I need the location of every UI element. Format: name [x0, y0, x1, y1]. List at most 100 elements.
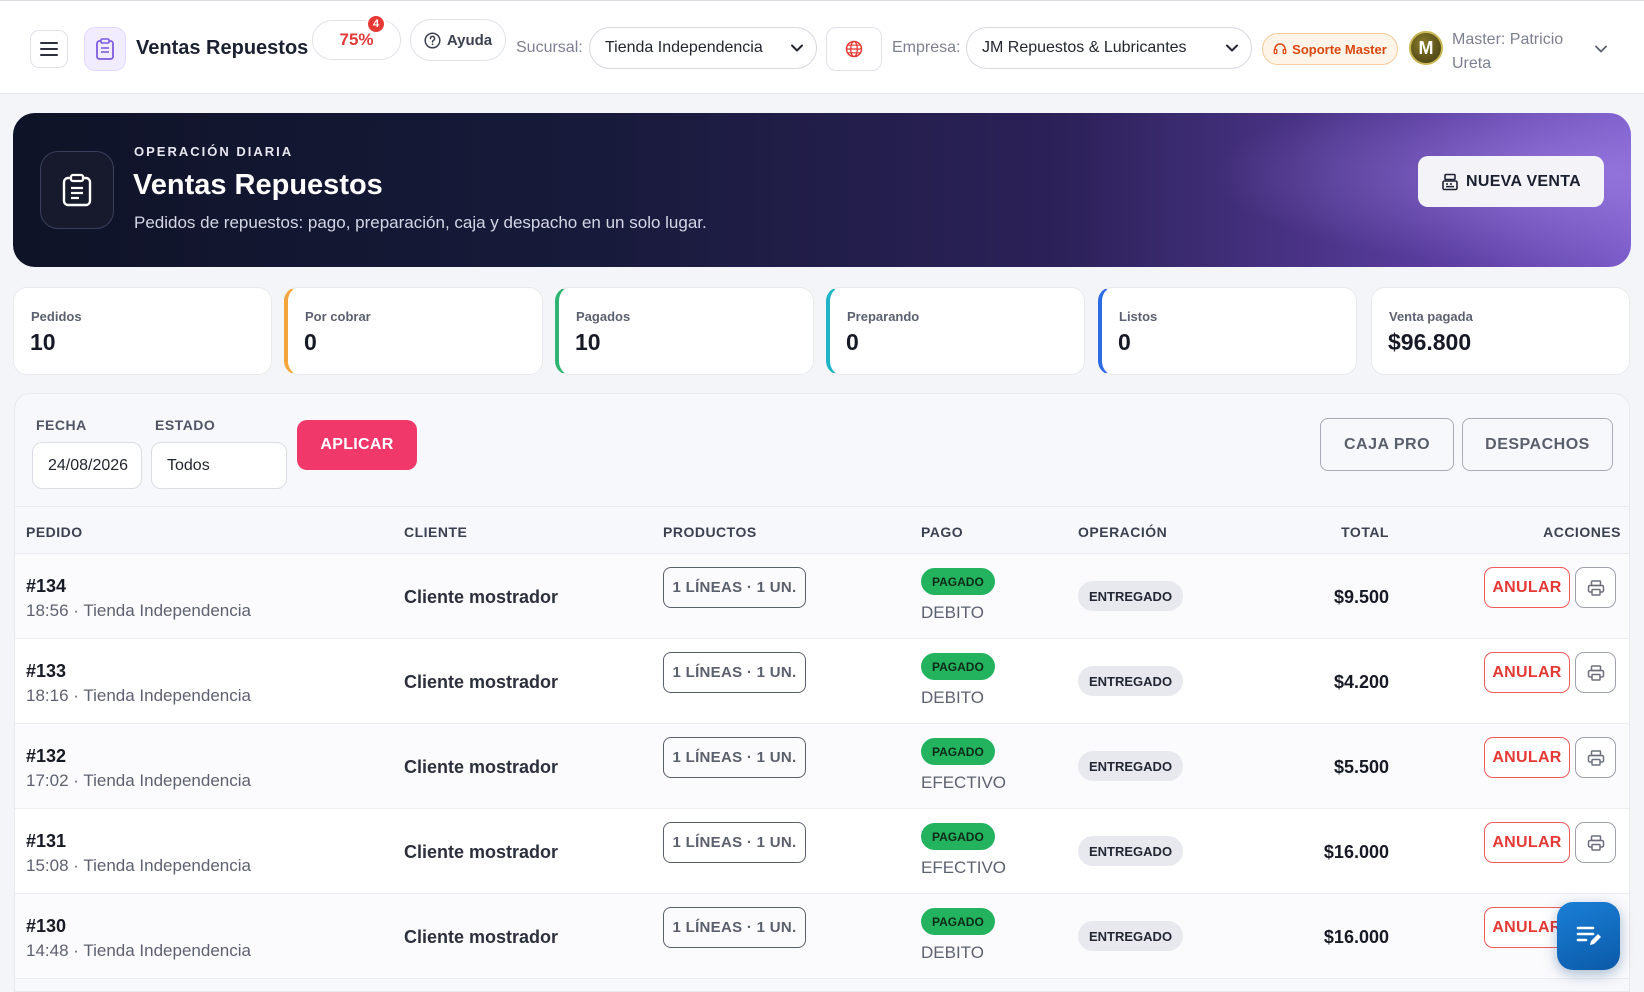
payment-method: DEBITO: [921, 603, 984, 622]
order-meta: 18:56 · Tienda Independencia: [26, 601, 251, 620]
menu-button[interactable]: [30, 30, 68, 68]
user-name[interactable]: Master: Patricio Ureta: [1452, 28, 1582, 76]
operation-status-badge: ENTREGADO: [1078, 666, 1184, 696]
print-button[interactable]: [1575, 822, 1616, 863]
column-header: TOTAL: [1341, 524, 1389, 540]
stat-label: Pedidos: [31, 309, 82, 324]
order-id[interactable]: #134: [26, 576, 66, 597]
orders-table: PEDIDO CLIENTE PRODUCTOS PAGO OPERACIÓN …: [15, 506, 1629, 979]
quick-notes-button[interactable]: [1557, 902, 1620, 970]
date-input[interactable]: 24/08/2026: [32, 442, 142, 489]
stat-value: 0: [1118, 329, 1131, 355]
products-button[interactable]: 1 LÍNEAS · 1 UN.: [663, 822, 806, 863]
order-id[interactable]: #133: [26, 661, 66, 682]
client-name: Cliente mostrador: [404, 927, 559, 947]
order-meta: 17:02 · Tienda Independencia: [26, 771, 251, 790]
payment-method: EFECTIVO: [921, 858, 1007, 877]
payment-method: EFECTIVO: [921, 773, 1007, 792]
cash-pro-button[interactable]: CAJA PRO: [1320, 418, 1454, 471]
print-button[interactable]: [1575, 737, 1616, 778]
apply-button[interactable]: APLICAR: [297, 420, 417, 470]
progress-value: 75%: [339, 30, 374, 49]
status-filter-label: ESTADO: [155, 417, 216, 433]
page-title: Ventas Repuestos: [133, 169, 383, 201]
globe-icon: [845, 40, 863, 58]
products-button[interactable]: 1 LÍNEAS · 1 UN.: [663, 737, 806, 778]
new-sale-button[interactable]: NUEVA VENTA: [1418, 156, 1604, 207]
app-icon: [84, 27, 126, 71]
printer-icon: [1587, 749, 1604, 766]
support-button[interactable]: Soporte Master: [1262, 33, 1398, 65]
new-sale-label: NUEVA VENTA: [1465, 172, 1581, 190]
user-line-2: Ureta: [1452, 55, 1492, 72]
column-header: ACCIONES: [1543, 524, 1621, 540]
stat-receivable: Por cobrar 0: [284, 287, 543, 375]
order-id[interactable]: #130: [26, 916, 66, 937]
table-row[interactable]: #131 15:08 · Tienda Independencia Client…: [15, 809, 1629, 894]
cancel-order-button[interactable]: ANULAR: [1484, 567, 1570, 608]
payment-method: DEBITO: [921, 943, 984, 962]
column-header: PEDIDO: [26, 524, 83, 540]
operation-status-badge: ENTREGADO: [1078, 751, 1184, 781]
table-row[interactable]: #134 18:56 · Tienda Independencia Client…: [15, 554, 1629, 639]
products-button[interactable]: 1 LÍNEAS · 1 UN.: [663, 907, 806, 948]
headset-icon: [1273, 43, 1287, 55]
clipboard-icon: [96, 38, 114, 60]
stat-value: 0: [304, 329, 317, 355]
stat-label: Pagados: [576, 309, 631, 324]
stat-paid-sales: Venta pagada $96.800: [1371, 287, 1630, 375]
order-meta: 15:08 · Tienda Independencia: [26, 856, 251, 875]
cancel-order-button[interactable]: ANULAR: [1484, 822, 1570, 863]
printer-icon: [1587, 664, 1604, 681]
cancel-order-button[interactable]: ANULAR: [1484, 652, 1570, 693]
table-row[interactable]: #130 14:48 · Tienda Independencia Client…: [15, 894, 1629, 979]
order-total: $5.500: [1333, 757, 1389, 777]
stat-label: Preparando: [847, 309, 920, 324]
notification-badge: 4: [366, 14, 386, 34]
company-label: Empresa:: [892, 39, 961, 56]
status-select[interactable]: Todos: [151, 442, 287, 489]
payment-status-badge: PAGADO: [921, 823, 995, 850]
order-total: $4.200: [1333, 672, 1389, 692]
clipboard-icon: [62, 173, 92, 207]
company-value: JM Repuestos & Lubricantes: [982, 39, 1187, 56]
order-id[interactable]: #132: [26, 746, 66, 767]
column-header: OPERACIÓN: [1078, 524, 1168, 540]
company-select[interactable]: JM Repuestos & Lubricantes: [966, 27, 1252, 69]
order-meta: 14:48 · Tienda Independencia: [26, 941, 251, 960]
payment-status-badge: PAGADO: [921, 653, 995, 680]
dispatches-button[interactable]: DESPACHOS: [1462, 418, 1613, 471]
table-row[interactable]: #133 18:16 · Tienda Independencia Client…: [15, 639, 1629, 724]
client-name: Cliente mostrador: [404, 842, 559, 862]
language-button[interactable]: [826, 27, 882, 71]
branch-select[interactable]: Tienda Independencia: [589, 27, 817, 69]
stat-label: Por cobrar: [305, 309, 371, 324]
user-line-1: Master: Patricio: [1452, 31, 1564, 48]
payment-method: DEBITO: [921, 688, 984, 707]
payment-status-badge: PAGADO: [921, 908, 995, 935]
hero-banner: OPERACIÓN DIARIA Ventas Repuestos Pedido…: [13, 113, 1631, 267]
help-button[interactable]: Ayuda: [410, 19, 506, 61]
products-button[interactable]: 1 LÍNEAS · 1 UN.: [663, 652, 806, 693]
column-header: PRODUCTOS: [663, 524, 757, 540]
progress-button[interactable]: 75% 4: [312, 14, 401, 60]
top-bar: Ventas Repuestos 75% 4 Ayuda Sucursal: T…: [0, 0, 1644, 94]
order-id[interactable]: #131: [26, 831, 66, 852]
cash-register-icon: [1442, 173, 1458, 190]
branch-value: Tienda Independencia: [605, 39, 763, 56]
hero-eyebrow: OPERACIÓN DIARIA: [134, 144, 294, 159]
payment-status-badge: PAGADO: [921, 738, 995, 765]
cancel-order-button[interactable]: ANULAR: [1484, 737, 1570, 778]
user-menu-chevron-icon[interactable]: [1594, 43, 1608, 55]
table-row[interactable]: #132 17:02 · Tienda Independencia Client…: [15, 724, 1629, 809]
print-button[interactable]: [1575, 652, 1616, 693]
order-total: $9.500: [1333, 587, 1389, 607]
client-name: Cliente mostrador: [404, 672, 559, 692]
avatar[interactable]: M: [1409, 31, 1443, 65]
print-button[interactable]: [1575, 567, 1616, 608]
operation-status-badge: ENTREGADO: [1078, 836, 1184, 866]
products-button[interactable]: 1 LÍNEAS · 1 UN.: [663, 567, 806, 608]
stat-value: 0: [846, 329, 859, 355]
operation-status-badge: ENTREGADO: [1078, 921, 1184, 951]
order-total: $16.000: [1323, 842, 1389, 862]
